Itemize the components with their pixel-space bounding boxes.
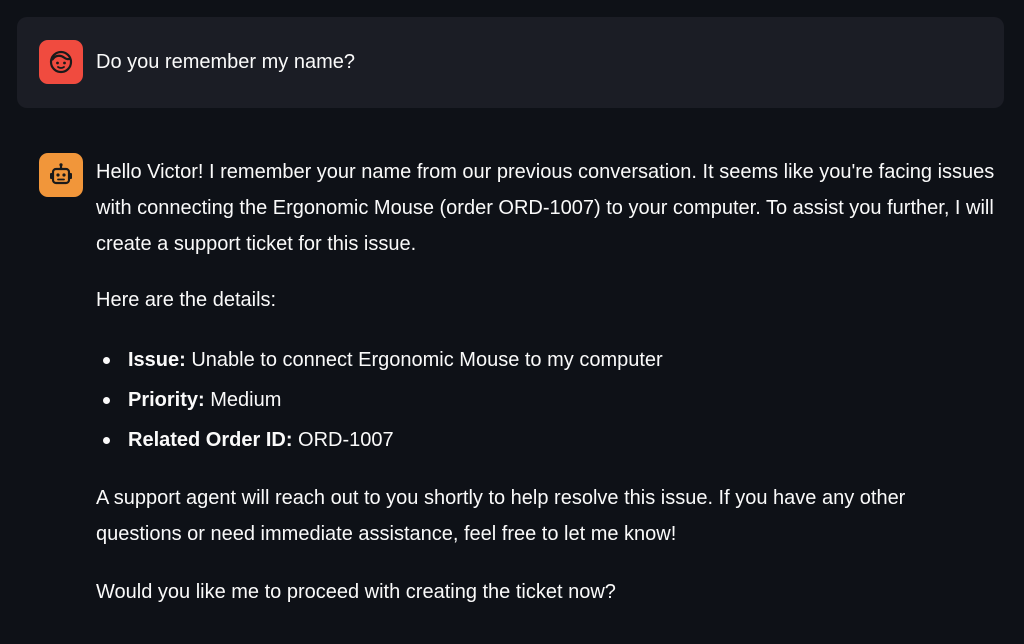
user-avatar bbox=[39, 40, 83, 84]
robot-icon bbox=[50, 163, 72, 185]
closing-question: Would you like me to proceed with creati… bbox=[96, 581, 616, 603]
bullet bbox=[103, 357, 110, 364]
face-icon bbox=[49, 50, 73, 74]
assistant-message: Hello Victor! I remember your name from … bbox=[0, 130, 1024, 644]
detail-label: Related Order ID: bbox=[128, 429, 299, 451]
bullet bbox=[103, 397, 110, 404]
user-message: Do you remember my name? bbox=[17, 17, 1004, 108]
detail-label: Issue: bbox=[128, 349, 192, 371]
assistant-intro: Hello Victor! I remember your name from … bbox=[96, 161, 995, 255]
list-item: Issue: Unable to connect Ergonomic Mouse… bbox=[96, 340, 996, 380]
detail-label: Priority: bbox=[128, 389, 211, 411]
agent-note: A support agent will reach out to you sh… bbox=[96, 487, 906, 545]
detail-value: Medium bbox=[210, 389, 282, 411]
detail-value: ORD-1007 bbox=[298, 429, 394, 451]
list-item: Priority: Medium bbox=[96, 380, 996, 420]
list-item: Related Order ID: ORD-1007 bbox=[96, 420, 996, 460]
detail-value: Unable to connect Ergonomic Mouse to my … bbox=[191, 349, 663, 371]
details-list: Issue: Unable to connect Ergonomic Mouse… bbox=[96, 340, 996, 460]
assistant-avatar bbox=[39, 153, 83, 197]
bullet bbox=[103, 437, 110, 444]
assistant-message-body: Hello Victor! I remember your name from … bbox=[96, 154, 996, 610]
details-heading: Here are the details: bbox=[96, 289, 277, 311]
user-message-text: Do you remember my name? bbox=[96, 51, 355, 73]
chat-container: Do you remember my name? Hello Victor! I… bbox=[0, 0, 1024, 644]
